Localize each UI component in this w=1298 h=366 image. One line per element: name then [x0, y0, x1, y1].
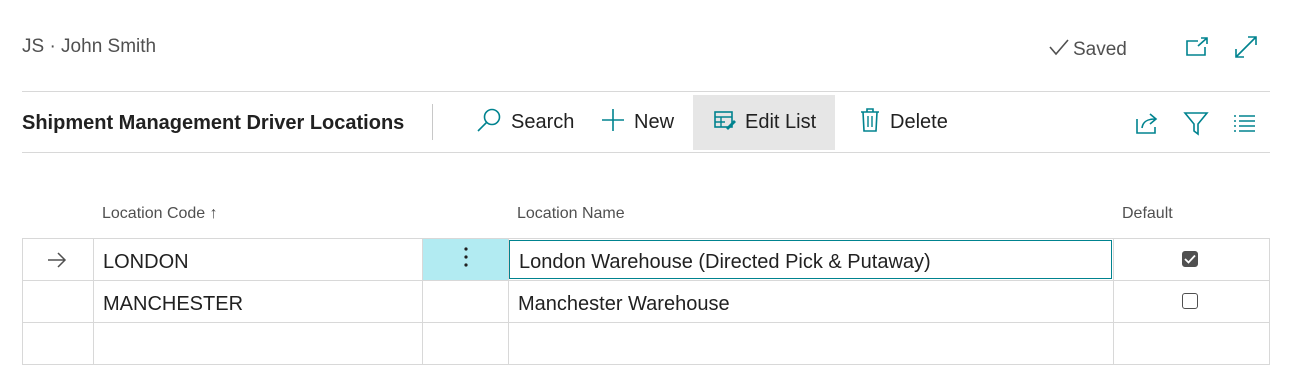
toolbar-divider	[22, 152, 1270, 153]
header-divider	[22, 91, 1270, 92]
search-icon	[475, 106, 503, 140]
plus-icon	[600, 107, 626, 139]
edit-list-button[interactable]: Edit List	[693, 95, 835, 150]
search-button[interactable]: Search	[465, 95, 584, 150]
location-code-cell[interactable]: MANCHESTER	[103, 293, 243, 316]
saved-label: Saved	[1073, 39, 1127, 60]
grid-line	[22, 238, 1270, 239]
column-header-location-code[interactable]: Location Code ↑	[102, 205, 218, 223]
row-selected-arrow-icon	[46, 250, 68, 275]
edit-list-icon	[713, 108, 737, 138]
location-name-cell[interactable]: Manchester Warehouse	[518, 293, 730, 316]
edit-list-label: Edit List	[745, 111, 817, 133]
grid-line	[1113, 238, 1114, 365]
share-icon[interactable]	[1134, 110, 1160, 136]
delete-button[interactable]: Delete	[848, 95, 958, 150]
default-checkbox[interactable]	[1182, 293, 1198, 309]
delete-label: Delete	[890, 111, 948, 133]
more-options-icon	[463, 246, 469, 273]
grid-line	[22, 238, 23, 365]
page-title: Shipment Management Driver Locations	[22, 112, 405, 134]
expand-icon[interactable]	[1233, 34, 1259, 60]
column-header-default[interactable]: Default	[1122, 205, 1173, 223]
saved-status: Saved	[1047, 36, 1127, 64]
search-label: Search	[511, 111, 575, 133]
grid-line	[22, 364, 1270, 365]
new-button[interactable]: New	[590, 95, 684, 150]
grid-line	[93, 238, 94, 365]
sort-ascending-icon: ↑	[209, 205, 218, 222]
location-name-field[interactable]: London Warehouse (Directed Pick & Putawa…	[509, 240, 1112, 279]
location-name-value: London Warehouse (Directed Pick & Putawa…	[519, 251, 931, 273]
default-checkbox[interactable]	[1182, 251, 1198, 267]
checkmark-icon	[1047, 36, 1071, 64]
filter-icon[interactable]	[1183, 110, 1209, 136]
grid-line	[22, 322, 1270, 323]
row-actions-menu[interactable]	[423, 239, 508, 280]
user-name: JS · John Smith	[22, 36, 157, 57]
grid-line	[22, 280, 1270, 281]
new-label: New	[634, 111, 675, 133]
list-view-icon[interactable]	[1231, 110, 1257, 136]
column-header-location-name[interactable]: Location Name	[517, 205, 625, 223]
location-code-header-label: Location Code	[102, 205, 206, 222]
toolbar-separator	[432, 104, 433, 140]
trash-icon	[858, 107, 882, 139]
grid-line	[1269, 238, 1270, 365]
open-in-new-window-icon[interactable]	[1184, 34, 1210, 60]
location-code-cell[interactable]: LONDON	[103, 251, 189, 274]
